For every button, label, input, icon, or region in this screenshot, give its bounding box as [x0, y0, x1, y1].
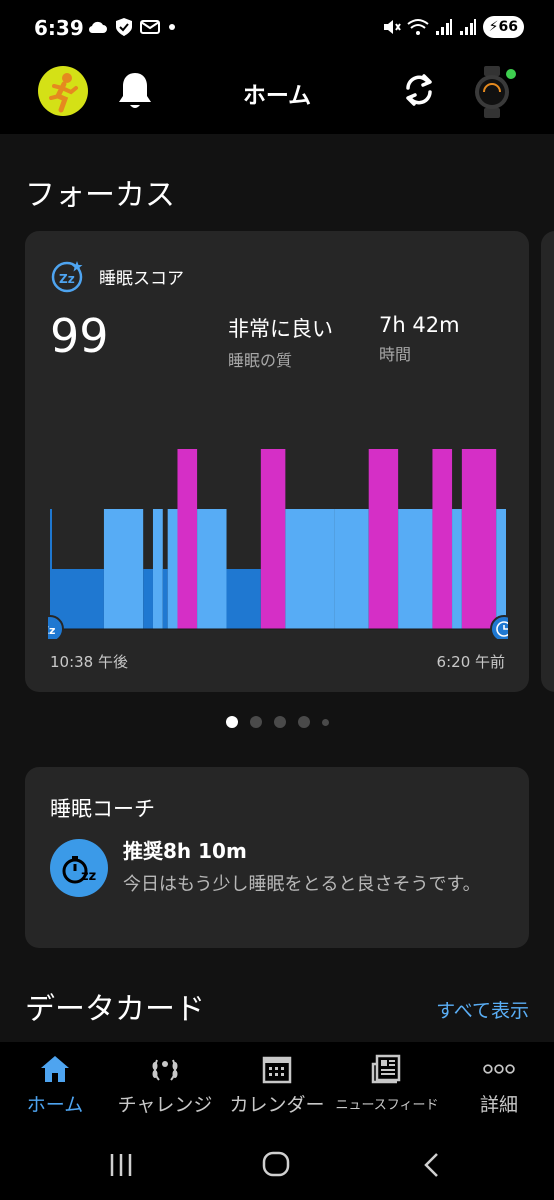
signal-icon	[459, 19, 476, 35]
page-title: ホーム	[242, 83, 312, 109]
back-icon[interactable]	[422, 1152, 442, 1178]
sleep-stage-bar-light	[167, 509, 178, 629]
sleep-end-time: 6:20 午前	[436, 653, 505, 671]
sleep-score-value: 99	[50, 309, 109, 363]
sleep-stage-bar-light	[496, 509, 506, 629]
sleep-start-time: 10:38 午後	[50, 653, 128, 671]
pager-dot[interactable]	[249, 716, 262, 728]
sleep-card-header: Zz 睡眠スコア	[51, 259, 184, 293]
sync-icon[interactable]	[402, 72, 436, 108]
pager-dot[interactable]	[273, 716, 286, 728]
nav-challenge-label: チャレンジ	[117, 1094, 213, 1116]
mute-icon	[383, 20, 401, 34]
sleep-duration-label: 時間	[379, 345, 412, 364]
dot-icon	[169, 24, 175, 30]
nav-more-label: 詳細	[479, 1094, 518, 1116]
watch-device-icon[interactable]	[472, 64, 516, 120]
nav-calendar-label: カレンダー	[229, 1094, 325, 1116]
nav-calendar[interactable]: カレンダー	[224, 1042, 330, 1130]
nav-newsfeed-label: ニュースフィード	[335, 1098, 439, 1113]
see-all-link[interactable]: すべて表示	[436, 996, 529, 1023]
battery-level: 66	[498, 19, 518, 35]
sleep-stage-bar-light	[452, 509, 462, 629]
sleep-stage-bar-rem	[461, 449, 497, 629]
sleep-stage-bar-rem	[432, 449, 453, 629]
home-button-icon[interactable]	[262, 1150, 290, 1178]
status-icons-right: ⚡66	[381, 16, 524, 38]
next-card-peek[interactable]	[541, 231, 554, 692]
sleep-score-card[interactable]: Zz 睡眠スコア 99 非常に良い 睡眠の質 7h 42m 時間 Zz 10:3…	[25, 231, 529, 692]
app-bar: ホーム	[0, 58, 554, 134]
signal-icon	[435, 19, 452, 35]
sleep-stage-bar-rem	[368, 449, 399, 629]
sleep-stage-bar-light	[285, 509, 335, 629]
nav-more[interactable]: 詳細	[464, 1042, 534, 1130]
data-cards-section-title: データカード	[25, 992, 205, 1027]
sleep-quality-label: 睡眠の質	[228, 351, 293, 370]
nav-newsfeed[interactable]: ニュースフィード	[334, 1042, 440, 1130]
focus-section-title: フォーカス	[25, 178, 175, 213]
coach-title: 睡眠コーチ	[50, 797, 155, 821]
sleep-stage-bar-deep	[143, 569, 153, 629]
nav-home-label: ホーム	[26, 1094, 84, 1116]
sleep-stage-bar-deep	[162, 569, 168, 629]
shield-icon	[116, 18, 132, 36]
recent-apps-icon[interactable]	[108, 1152, 134, 1178]
sleep-score-label: 睡眠スコア	[99, 268, 184, 289]
more-icon	[482, 1054, 516, 1084]
sleep-duration-value: 7h 42m	[379, 313, 460, 337]
status-time: 6:39	[34, 16, 84, 40]
sleep-stage-bar-rem	[177, 449, 198, 629]
bottom-nav: ホーム チャレンジ カレンダー ニュースフィード 詳細	[0, 1042, 554, 1130]
home-icon	[38, 1054, 72, 1084]
status-bar: 6:39 ⚡66	[0, 0, 554, 58]
newsfeed-icon	[370, 1054, 404, 1084]
svg-text:Zz: Zz	[59, 272, 75, 286]
sleep-duration-stat: 7h 42m 時間	[379, 313, 460, 365]
sleep-stage-bar-deep	[226, 569, 261, 629]
laurel-icon	[148, 1054, 182, 1084]
nav-home[interactable]: ホーム	[20, 1042, 90, 1130]
wifi-icon	[407, 19, 429, 35]
battery-icon: ⚡66	[482, 16, 524, 38]
sleep-stage-bar-light	[103, 509, 144, 629]
pager-dot[interactable]	[321, 718, 329, 726]
sleep-timer-icon: zz	[50, 839, 108, 897]
svg-text:Zz: Zz	[48, 624, 55, 637]
calendar-icon	[260, 1054, 294, 1084]
sleep-stage-bar-light	[398, 509, 433, 629]
pager-dot[interactable]	[297, 716, 310, 728]
sleep-stage-bar-light	[334, 509, 369, 629]
pager-dot[interactable]	[225, 716, 238, 728]
coach-recommendation: 推奨8h 10m	[123, 839, 247, 863]
mail-icon	[140, 20, 160, 34]
device-status-dot	[506, 69, 516, 79]
sleep-quality-stat: 非常に良い 睡眠の質	[228, 313, 333, 371]
sleep-stage-chart: Zz	[48, 449, 508, 639]
coach-description: 今日はもう少し睡眠をとると良さそうです。	[123, 874, 481, 895]
sleep-quality-value: 非常に良い	[228, 317, 333, 341]
system-nav-bar	[0, 1130, 554, 1200]
card-pager	[0, 716, 554, 728]
sleep-coach-card[interactable]: 睡眠コーチ zz 推奨8h 10m 今日はもう少し睡眠をとると良さそうです。	[25, 767, 529, 948]
status-icons-left	[88, 18, 176, 36]
sleep-stage-bar-light	[197, 509, 227, 629]
nav-challenge[interactable]: チャレンジ	[112, 1042, 218, 1130]
sleep-stage-bar-rem	[260, 449, 286, 629]
cloud-icon	[88, 21, 107, 34]
sleep-zz-icon: Zz	[51, 261, 83, 293]
svg-text:zz: zz	[81, 869, 96, 884]
sleep-start-marker-line	[50, 509, 52, 629]
sleep-stage-bar-light	[152, 509, 163, 629]
